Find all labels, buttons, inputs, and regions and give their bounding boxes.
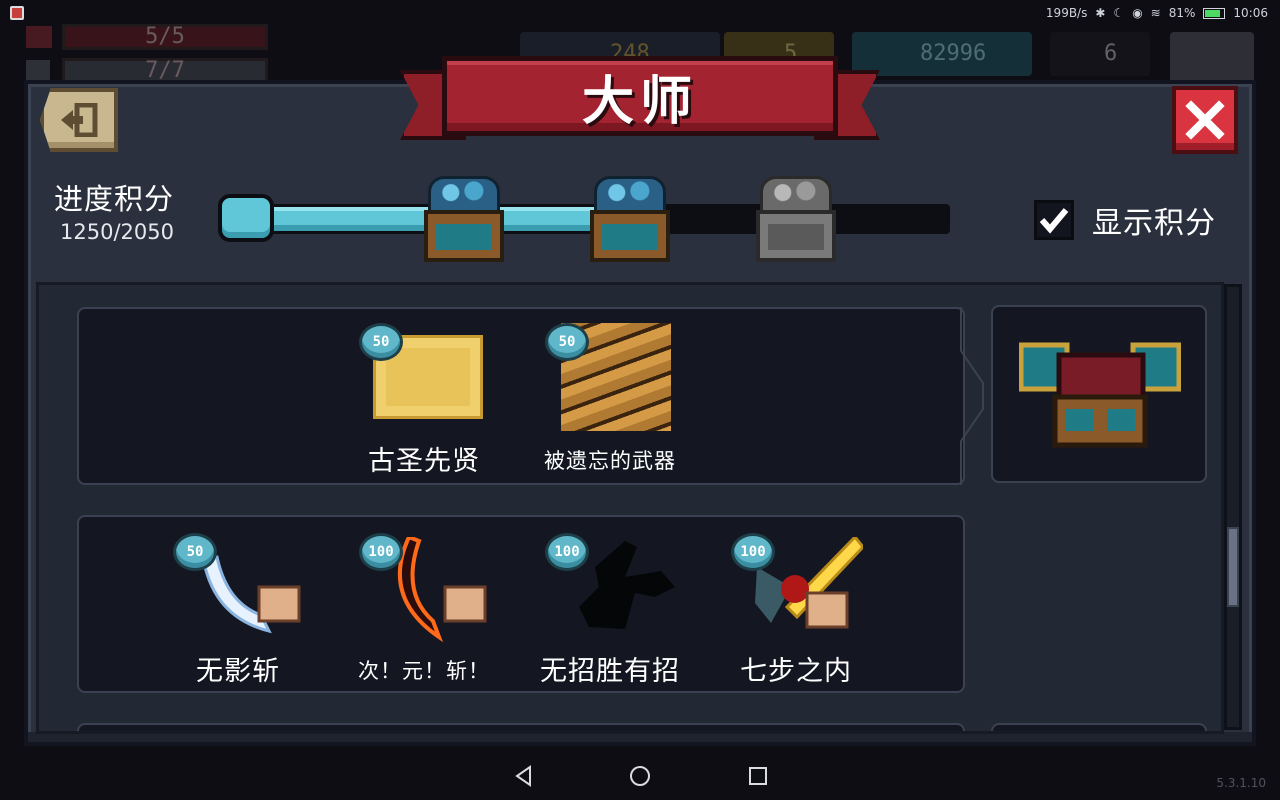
milestone-chest-2[interactable] [590,176,670,266]
achievement-row [77,723,965,731]
achievement-item[interactable]: 50 无影斩 [153,521,323,691]
achievement-label: 次！元！斩！ [358,659,490,683]
chest-box [756,210,836,262]
row-reward-card[interactable] [991,305,1207,483]
back-nav-icon[interactable] [512,764,536,788]
points-badge: 100 [545,533,589,571]
checkmark-icon [1039,208,1069,234]
page-title: 大师 [581,71,698,132]
achievement-label: 无影斩 [196,656,280,687]
points-badge: 50 [545,323,589,361]
exit-icon [61,103,98,137]
reward-chest-icon [1019,342,1181,448]
chest-box [590,210,670,262]
version-label: 5.3.1.10 [1216,776,1266,790]
achievement-label: 被遗忘的武器 [544,449,676,473]
achievement-item[interactable]: 50 古圣先贤 [339,311,509,481]
points-badge: 100 [359,533,403,571]
chest-inner [768,224,824,250]
recents-nav-icon[interactable] [746,764,770,788]
milestone-chest-1[interactable] [424,176,504,266]
points-badge: 50 [359,323,403,361]
achievement-label: 古圣先贤 [368,446,480,477]
energy-counter: 6 [1050,32,1150,76]
back-button[interactable] [40,88,118,152]
list-scrollbar[interactable] [1224,284,1242,730]
scrollbar-thumb[interactable] [1227,527,1239,607]
progress-value: 1250/2050 [60,220,174,244]
close-icon [1185,100,1225,140]
achievement-item[interactable]: 100 七步之内 [711,521,881,691]
row-reward-card[interactable] [991,723,1207,731]
heart-icon [26,26,52,48]
points-badge: 50 [173,533,217,571]
points-badge: 100 [731,533,775,571]
close-button[interactable] [1172,86,1238,154]
achievement-item[interactable]: 50 被遗忘的武器 [525,311,695,481]
show-score-label: 显示积分 [1092,206,1216,241]
achievement-label: 无招胜有招 [540,656,680,687]
chest-box [424,210,504,262]
achievement-list[interactable]: 50 古圣先贤 50 被遗忘的武器 50 无影斩 100 次！元！斩！ 100 … [36,282,1224,734]
game-screen: 199B/s ✱ ☾ ◉ ≋ 81% 10:06 5/5 7/7 248 5 8… [0,0,1280,800]
achievement-item[interactable]: 100 次！元！斩！ [339,521,509,691]
show-score-toggle[interactable]: 显示积分 [1034,198,1216,242]
shield-icon [26,60,50,82]
home-nav-icon[interactable] [628,764,652,788]
chest-inner [436,224,492,250]
show-score-checkbox[interactable] [1034,200,1074,240]
navigation-bar [0,752,1280,800]
banner-ribbon: 大师 [442,56,838,136]
progress-label: 进度积分 [54,182,175,216]
health-bar: 5/5 [62,24,268,50]
achievement-item[interactable]: 100 无招胜有招 [525,521,695,691]
progress-start-knob [218,194,274,242]
chest-inner [602,224,658,250]
title-banner: 大师 [400,56,880,156]
achievement-label: 七步之内 [740,656,852,687]
progress-bar [222,204,950,234]
milestone-chest-3[interactable] [756,176,836,266]
